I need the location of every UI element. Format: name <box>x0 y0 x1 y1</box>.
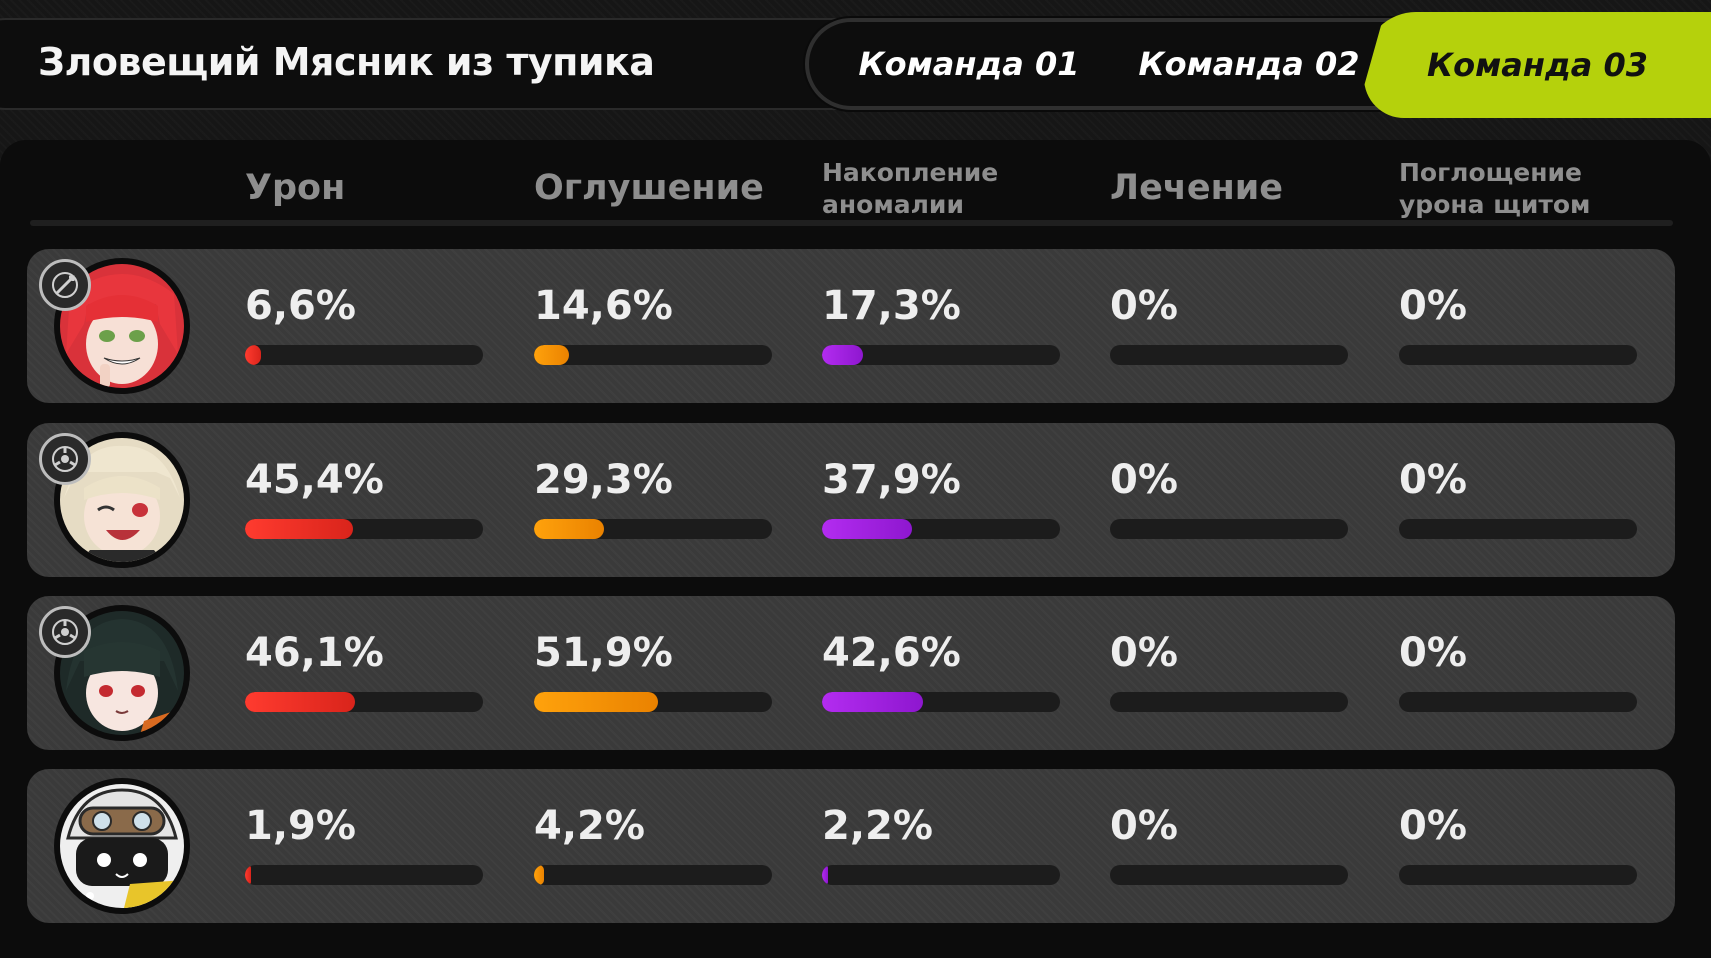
damage-value: 46,1% <box>245 630 384 676</box>
anomaly-value: 2,2% <box>822 803 933 849</box>
damage-bar <box>245 345 483 365</box>
anomaly-bar-fill <box>822 865 828 885</box>
column-header-anomaly: Накопление аномалии <box>822 157 998 221</box>
damage-bar-fill <box>245 519 354 539</box>
shield-value: 0% <box>1399 457 1467 503</box>
shield-value: 0% <box>1399 630 1467 676</box>
stat-anomaly: 37,9% <box>822 423 1062 577</box>
anomaly-bar <box>822 865 1060 885</box>
attack-specialty-icon <box>39 259 91 311</box>
stat-daze: 29,3% <box>534 423 774 577</box>
stat-damage: 6,6% <box>245 249 485 403</box>
column-header-daze: Оглушение <box>534 168 764 208</box>
shield-bar <box>1399 345 1637 365</box>
column-header-shield: Поглощение урона щитом <box>1399 157 1590 221</box>
shield-value: 0% <box>1399 283 1467 329</box>
column-header-shield-line2: урона щитом <box>1399 190 1591 219</box>
column-header-shield-line1: Поглощение <box>1399 158 1582 187</box>
anomaly-bar <box>822 345 1060 365</box>
tab-team-01[interactable]: Команда 01 <box>849 22 1089 106</box>
daze-value: 4,2% <box>534 803 645 849</box>
shield-bar <box>1399 692 1637 712</box>
table-row: 1,9% 4,2% 2,2% 0% 0% <box>27 769 1675 923</box>
daze-bar <box>534 692 772 712</box>
healing-bar <box>1110 345 1348 365</box>
shield-bar <box>1399 519 1637 539</box>
table-row: 6,6% 14,6% 17,3% 0% 0% <box>27 249 1675 403</box>
damage-bar <box>245 692 483 712</box>
daze-bar <box>534 865 772 885</box>
tab-team-02[interactable]: Команда 02 <box>1129 22 1369 106</box>
page-title: Зловещий Мясник из тупика <box>38 40 655 84</box>
anomaly-bar-fill <box>822 692 924 712</box>
daze-bar-fill <box>534 865 544 885</box>
anomaly-value: 42,6% <box>822 630 961 676</box>
stat-daze: 4,2% <box>534 769 774 923</box>
column-header-damage: Урон <box>245 168 346 208</box>
daze-bar-fill <box>534 519 604 539</box>
stat-shield: 0% <box>1399 596 1639 750</box>
stun-specialty-icon <box>39 606 91 658</box>
bangboo-portrait-icon <box>54 778 190 914</box>
anomaly-bar <box>822 519 1060 539</box>
tab-team-03[interactable]: Команда 03 <box>1364 12 1711 118</box>
anomaly-bar-fill <box>822 519 913 539</box>
anomaly-bar <box>822 692 1060 712</box>
table-row: 45,4% 29,3% 37,9% 0% 0% <box>27 423 1675 577</box>
anomaly-value: 17,3% <box>822 283 961 329</box>
daze-bar <box>534 519 772 539</box>
healing-bar <box>1110 519 1348 539</box>
stat-shield: 0% <box>1399 249 1639 403</box>
healing-value: 0% <box>1110 803 1178 849</box>
stat-anomaly: 17,3% <box>822 249 1062 403</box>
stat-shield: 0% <box>1399 769 1639 923</box>
damage-bar-fill <box>245 692 355 712</box>
damage-value: 6,6% <box>245 283 356 329</box>
damage-value: 45,4% <box>245 457 384 503</box>
stat-daze: 51,9% <box>534 596 774 750</box>
stat-healing: 0% <box>1110 423 1350 577</box>
healing-bar <box>1110 692 1348 712</box>
shield-bar <box>1399 865 1637 885</box>
healing-value: 0% <box>1110 630 1178 676</box>
stat-healing: 0% <box>1110 769 1350 923</box>
stun-specialty-icon <box>39 433 91 485</box>
healing-value: 0% <box>1110 283 1178 329</box>
stat-healing: 0% <box>1110 249 1350 403</box>
stat-damage: 46,1% <box>245 596 485 750</box>
daze-bar-fill <box>534 345 569 365</box>
damage-bar <box>245 519 483 539</box>
healing-value: 0% <box>1110 457 1178 503</box>
anomaly-bar-fill <box>822 345 864 365</box>
stat-damage: 45,4% <box>245 423 485 577</box>
table-row: 46,1% 51,9% 42,6% 0% 0% <box>27 596 1675 750</box>
daze-bar-fill <box>534 692 658 712</box>
daze-value: 14,6% <box>534 283 673 329</box>
stat-healing: 0% <box>1110 596 1350 750</box>
healing-bar <box>1110 865 1348 885</box>
column-header-healing: Лечение <box>1110 168 1284 208</box>
column-header-anomaly-line1: Накопление <box>822 158 999 187</box>
stat-anomaly: 2,2% <box>822 769 1062 923</box>
column-header-anomaly-line2: аномалии <box>822 190 964 219</box>
anomaly-value: 37,9% <box>822 457 961 503</box>
stat-daze: 14,6% <box>534 249 774 403</box>
stat-damage: 1,9% <box>245 769 485 923</box>
damage-bar-fill <box>245 345 261 365</box>
header-divider <box>30 220 1673 226</box>
damage-value: 1,9% <box>245 803 356 849</box>
daze-bar <box>534 345 772 365</box>
stat-shield: 0% <box>1399 423 1639 577</box>
daze-value: 51,9% <box>534 630 673 676</box>
damage-bar <box>245 865 483 885</box>
damage-bar-fill <box>245 865 251 885</box>
shield-value: 0% <box>1399 803 1467 849</box>
stat-anomaly: 42,6% <box>822 596 1062 750</box>
daze-value: 29,3% <box>534 457 673 503</box>
